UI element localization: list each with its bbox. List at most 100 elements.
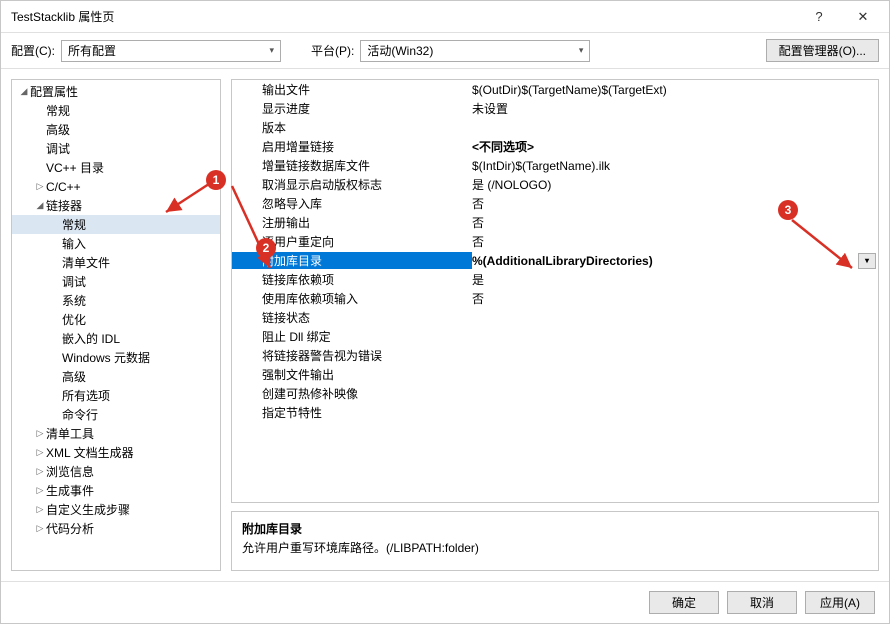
tree-item[interactable]: ▷清单工具 bbox=[12, 424, 220, 443]
tree-root[interactable]: ◢配置属性 bbox=[12, 82, 220, 101]
tree-item[interactable]: ▷XML 文档生成器 bbox=[12, 443, 220, 462]
property-row[interactable]: 创建可热修补映像 bbox=[232, 384, 878, 403]
property-row[interactable]: 忽略导入库否 bbox=[232, 194, 878, 213]
property-row[interactable]: 附加库目录%(AdditionalLibraryDirectories)▾ bbox=[232, 251, 878, 270]
apply-button[interactable]: 应用(A) bbox=[805, 591, 875, 614]
description-panel: 附加库目录 允许用户重写环境库路径。(/LIBPATH:folder) bbox=[231, 511, 879, 571]
property-value[interactable]: %(AdditionalLibraryDirectories)▾ bbox=[472, 253, 878, 269]
tree-item[interactable]: 常规 bbox=[12, 101, 220, 120]
platform-label: 平台(P): bbox=[311, 42, 354, 59]
property-name: 显示进度 bbox=[232, 100, 472, 117]
property-name: 使用库依赖项输入 bbox=[232, 290, 472, 307]
tree-item[interactable]: ▷浏览信息 bbox=[12, 462, 220, 481]
chevron-down-icon: ▾ bbox=[269, 45, 274, 56]
tree-item[interactable]: 调试 bbox=[12, 139, 220, 158]
property-name: 指定节特性 bbox=[232, 404, 472, 421]
property-name: 逐用户重定向 bbox=[232, 233, 472, 250]
property-name: 取消显示启动版权标志 bbox=[232, 176, 472, 193]
property-row[interactable]: 取消显示启动版权标志是 (/NOLOGO) bbox=[232, 175, 878, 194]
expand-icon: ▷ bbox=[34, 466, 46, 477]
dropdown-button[interactable]: ▾ bbox=[858, 253, 876, 269]
property-name: 增量链接数据库文件 bbox=[232, 157, 472, 174]
tree-item[interactable]: 命令行 bbox=[12, 405, 220, 424]
property-row[interactable]: 阻止 Dll 绑定 bbox=[232, 327, 878, 346]
property-row[interactable]: 指定节特性 bbox=[232, 403, 878, 422]
property-row[interactable]: 强制文件输出 bbox=[232, 365, 878, 384]
tree-item[interactable]: ▷自定义生成步骤 bbox=[12, 500, 220, 519]
property-name: 附加库目录 bbox=[232, 252, 472, 269]
tree-linker-general[interactable]: 常规 bbox=[12, 215, 220, 234]
property-name: 将链接器警告视为错误 bbox=[232, 347, 472, 364]
property-value[interactable]: 是 bbox=[472, 271, 878, 288]
tree-item[interactable]: 调试 bbox=[12, 272, 220, 291]
ok-button[interactable]: 确定 bbox=[649, 591, 719, 614]
tree-item[interactable]: ▷生成事件 bbox=[12, 481, 220, 500]
cancel-button[interactable]: 取消 bbox=[727, 591, 797, 614]
collapse-icon: ◢ bbox=[18, 86, 30, 97]
property-name: 启用增量链接 bbox=[232, 138, 472, 155]
tree-item[interactable]: Windows 元数据 bbox=[12, 348, 220, 367]
nav-tree[interactable]: ◢配置属性 常规 高级 调试 VC++ 目录 ▷C/C++ ◢链接器 常规 输入… bbox=[11, 79, 221, 571]
chevron-down-icon: ▾ bbox=[579, 45, 584, 56]
property-name: 链接状态 bbox=[232, 309, 472, 326]
tree-item[interactable]: 清单文件 bbox=[12, 253, 220, 272]
property-value[interactable]: 未设置 bbox=[472, 100, 878, 117]
property-value[interactable]: 否 bbox=[472, 233, 878, 250]
close-button[interactable]: ✕ bbox=[841, 2, 885, 32]
property-grid[interactable]: 输出文件$(OutDir)$(TargetName)$(TargetExt)显示… bbox=[231, 79, 879, 503]
tree-item[interactable]: VC++ 目录 bbox=[12, 158, 220, 177]
property-name: 注册输出 bbox=[232, 214, 472, 231]
tree-item[interactable]: 系统 bbox=[12, 291, 220, 310]
window-title: TestStacklib 属性页 bbox=[11, 8, 797, 25]
property-row[interactable]: 启用增量链接<不同选项> bbox=[232, 137, 878, 156]
property-name: 创建可热修补映像 bbox=[232, 385, 472, 402]
config-value: 所有配置 bbox=[68, 42, 116, 59]
tree-cxx[interactable]: ▷C/C++ bbox=[12, 177, 220, 196]
desc-body: 允许用户重写环境库路径。(/LIBPATH:folder) bbox=[242, 539, 868, 556]
tree-item[interactable]: 所有选项 bbox=[12, 386, 220, 405]
tree-item[interactable]: ▷代码分析 bbox=[12, 519, 220, 538]
expand-icon: ▷ bbox=[34, 504, 46, 515]
config-manager-button[interactable]: 配置管理器(O)... bbox=[766, 39, 879, 62]
collapse-icon: ◢ bbox=[34, 200, 46, 211]
tree-item[interactable]: 输入 bbox=[12, 234, 220, 253]
property-name: 忽略导入库 bbox=[232, 195, 472, 212]
tree-item[interactable]: 高级 bbox=[12, 367, 220, 386]
property-value[interactable]: <不同选项> bbox=[472, 138, 878, 155]
titlebar: TestStacklib 属性页 ? ✕ bbox=[1, 1, 889, 33]
property-value[interactable]: $(IntDir)$(TargetName).ilk bbox=[472, 159, 878, 173]
property-row[interactable]: 输出文件$(OutDir)$(TargetName)$(TargetExt) bbox=[232, 80, 878, 99]
platform-value: 活动(Win32) bbox=[367, 42, 433, 59]
expand-icon: ▷ bbox=[34, 485, 46, 496]
property-name: 输出文件 bbox=[232, 81, 472, 98]
expand-icon: ▷ bbox=[34, 523, 46, 534]
tree-item[interactable]: 嵌入的 IDL bbox=[12, 329, 220, 348]
expand-icon: ▷ bbox=[34, 447, 46, 458]
property-row[interactable]: 链接库依赖项是 bbox=[232, 270, 878, 289]
property-value[interactable]: 否 bbox=[472, 195, 878, 212]
tree-item[interactable]: 优化 bbox=[12, 310, 220, 329]
footer: 确定 取消 应用(A) bbox=[1, 581, 889, 623]
property-row[interactable]: 注册输出否 bbox=[232, 213, 878, 232]
property-row[interactable]: 增量链接数据库文件$(IntDir)$(TargetName).ilk bbox=[232, 156, 878, 175]
property-value[interactable]: 否 bbox=[472, 290, 878, 307]
config-label: 配置(C): bbox=[11, 42, 55, 59]
desc-title: 附加库目录 bbox=[242, 520, 868, 537]
expand-icon: ▷ bbox=[34, 181, 46, 192]
property-row[interactable]: 使用库依赖项输入否 bbox=[232, 289, 878, 308]
property-row[interactable]: 版本 bbox=[232, 118, 878, 137]
property-value[interactable]: 否 bbox=[472, 214, 878, 231]
property-row[interactable]: 链接状态 bbox=[232, 308, 878, 327]
config-combo[interactable]: 所有配置 ▾ bbox=[61, 40, 281, 62]
tree-linker[interactable]: ◢链接器 bbox=[12, 196, 220, 215]
property-row[interactable]: 将链接器警告视为错误 bbox=[232, 346, 878, 365]
toolbar: 配置(C): 所有配置 ▾ 平台(P): 活动(Win32) ▾ 配置管理器(O… bbox=[1, 33, 889, 69]
platform-combo[interactable]: 活动(Win32) ▾ bbox=[360, 40, 590, 62]
help-button[interactable]: ? bbox=[797, 2, 841, 32]
tree-item[interactable]: 高级 bbox=[12, 120, 220, 139]
property-name: 强制文件输出 bbox=[232, 366, 472, 383]
property-value[interactable]: $(OutDir)$(TargetName)$(TargetExt) bbox=[472, 83, 878, 97]
property-value[interactable]: 是 (/NOLOGO) bbox=[472, 176, 878, 193]
property-row[interactable]: 显示进度未设置 bbox=[232, 99, 878, 118]
property-row[interactable]: 逐用户重定向否 bbox=[232, 232, 878, 251]
